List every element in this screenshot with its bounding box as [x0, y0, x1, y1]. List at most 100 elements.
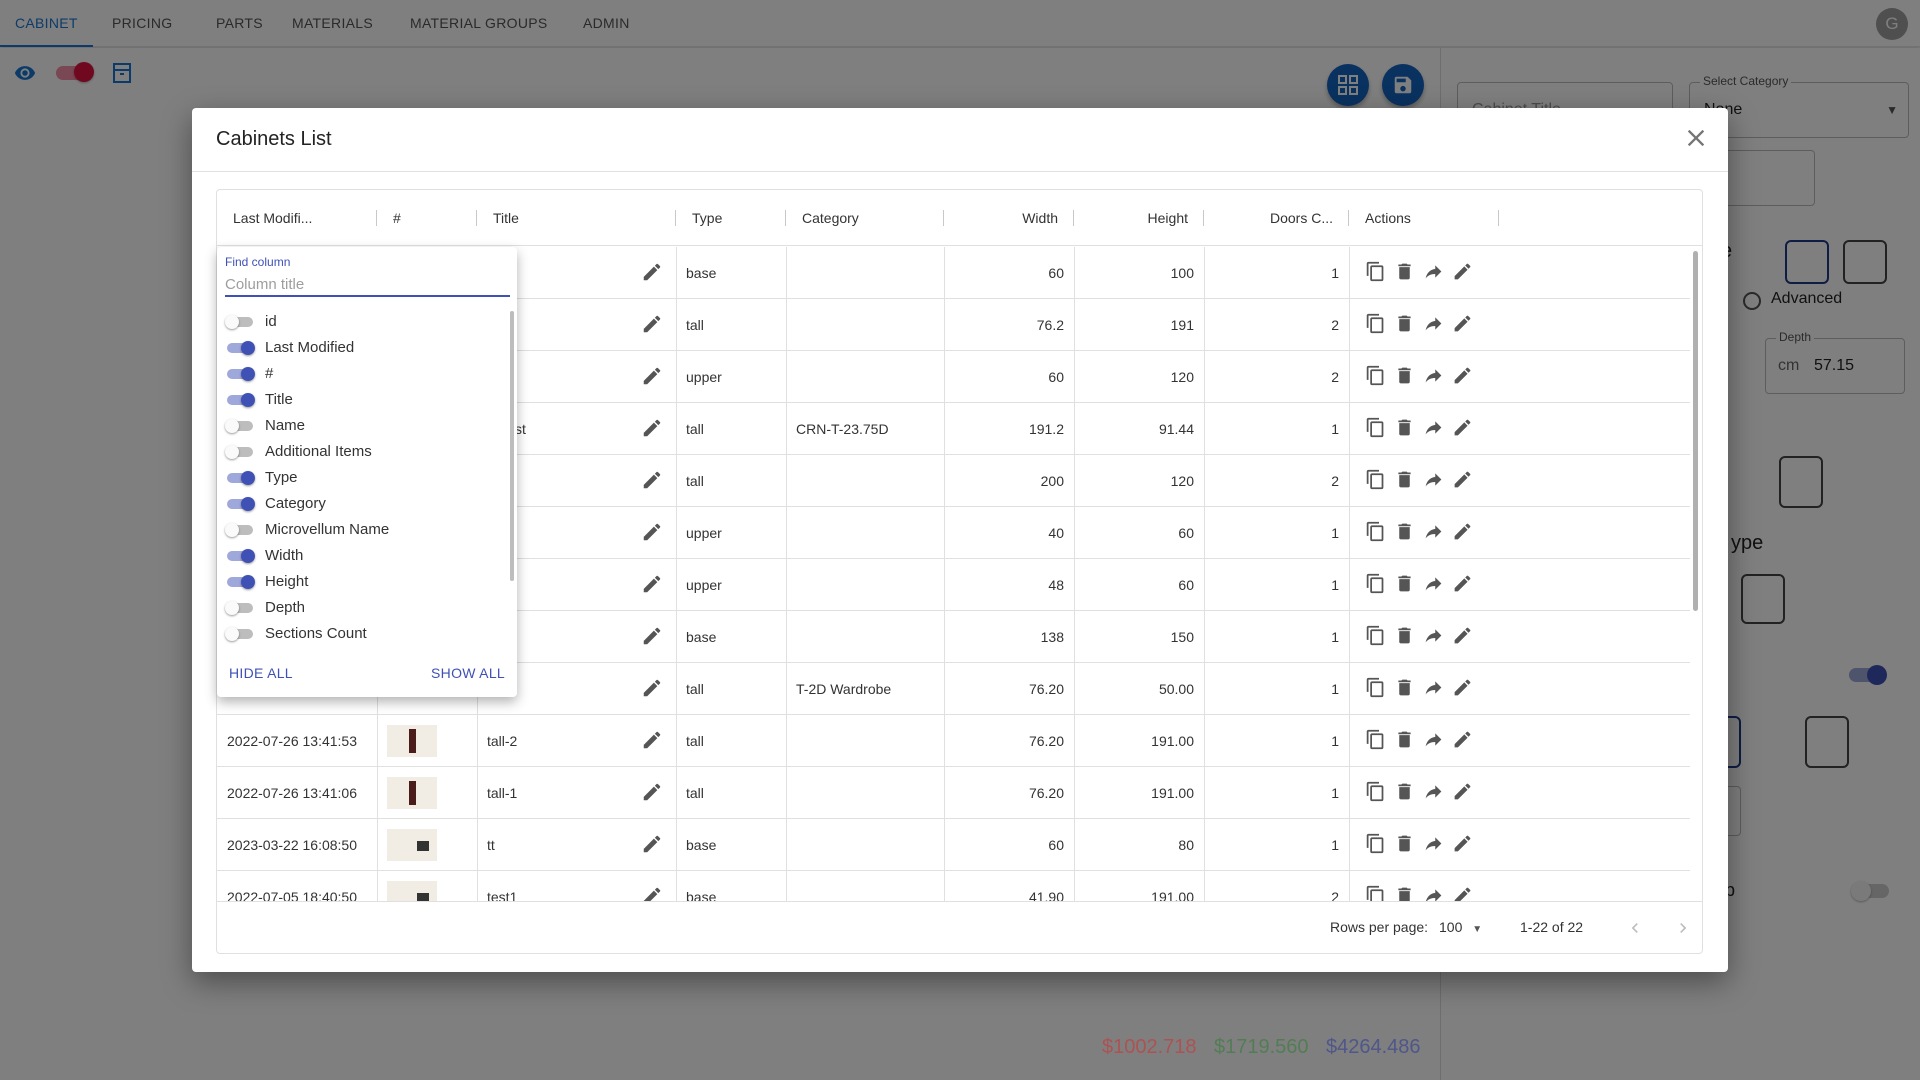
column-toggle-item[interactable]: Name: [217, 413, 507, 439]
edit-icon[interactable]: [1452, 365, 1473, 386]
edit-icon[interactable]: [641, 469, 663, 491]
column-header[interactable]: Doors C...: [1204, 190, 1349, 246]
column-toggle-item[interactable]: Depth: [217, 595, 507, 621]
previous-page-icon[interactable]: [1625, 918, 1645, 938]
edit-icon[interactable]: [641, 729, 663, 751]
edit-icon[interactable]: [641, 365, 663, 387]
column-visibility-switch[interactable]: [225, 419, 255, 433]
column-header[interactable]: #: [377, 190, 477, 246]
column-visibility-switch[interactable]: [225, 523, 255, 537]
column-header[interactable]: Title: [477, 190, 676, 246]
column-toggle-item[interactable]: Width: [217, 543, 507, 569]
column-toggle-item[interactable]: Height: [217, 569, 507, 595]
share-icon[interactable]: [1423, 833, 1444, 854]
edit-icon[interactable]: [641, 677, 663, 699]
edit-icon[interactable]: [641, 521, 663, 543]
delete-icon[interactable]: [1394, 781, 1415, 802]
copy-icon[interactable]: [1365, 521, 1386, 542]
share-icon[interactable]: [1423, 625, 1444, 646]
edit-icon[interactable]: [641, 417, 663, 439]
delete-icon[interactable]: [1394, 833, 1415, 854]
column-separator[interactable]: [1498, 210, 1499, 226]
edit-icon[interactable]: [1452, 469, 1473, 490]
copy-icon[interactable]: [1365, 417, 1386, 438]
delete-icon[interactable]: [1394, 885, 1415, 901]
copy-icon[interactable]: [1365, 833, 1386, 854]
copy-icon[interactable]: [1365, 469, 1386, 490]
column-toggle-item[interactable]: Type: [217, 465, 507, 491]
edit-icon[interactable]: [1452, 573, 1473, 594]
edit-icon[interactable]: [641, 313, 663, 335]
column-visibility-switch[interactable]: [225, 627, 255, 641]
column-header[interactable]: Last Modifi...: [217, 190, 377, 246]
column-visibility-switch[interactable]: [225, 601, 255, 615]
edit-icon[interactable]: [1452, 833, 1473, 854]
table-row[interactable]: 2022-07-26 13:41:06 tall-1 tall 76.20 191.00…: [217, 767, 1690, 819]
delete-icon[interactable]: [1394, 417, 1415, 438]
copy-icon[interactable]: [1365, 365, 1386, 386]
edit-icon[interactable]: [1452, 521, 1473, 542]
column-header[interactable]: Category: [786, 190, 944, 246]
share-icon[interactable]: [1423, 521, 1444, 542]
column-header[interactable]: Height: [1074, 190, 1204, 246]
share-icon[interactable]: [1423, 261, 1444, 282]
rows-per-page-select[interactable]: 100 ▼: [1439, 919, 1482, 935]
column-visibility-switch[interactable]: [225, 315, 255, 329]
edit-icon[interactable]: [1452, 261, 1473, 282]
delete-icon[interactable]: [1394, 573, 1415, 594]
table-row[interactable]: 2022-07-05 18:40:50 test1 base 41.90 191.00 2: [217, 871, 1690, 901]
column-header[interactable]: Type: [676, 190, 786, 246]
column-toggle-item[interactable]: Sections Count: [217, 621, 507, 647]
share-icon[interactable]: [1423, 469, 1444, 490]
column-toggle-item[interactable]: Last Modified: [217, 335, 507, 361]
copy-icon[interactable]: [1365, 573, 1386, 594]
column-visibility-switch[interactable]: [227, 341, 255, 355]
delete-icon[interactable]: [1394, 469, 1415, 490]
copy-icon[interactable]: [1365, 677, 1386, 698]
share-icon[interactable]: [1423, 885, 1444, 901]
column-toggle-item[interactable]: #: [217, 361, 507, 387]
column-visibility-switch[interactable]: [227, 549, 255, 563]
column-header[interactable]: Actions: [1349, 190, 1499, 246]
grid-scrollbar[interactable]: [1690, 247, 1700, 901]
edit-icon[interactable]: [1452, 781, 1473, 802]
edit-icon[interactable]: [1452, 625, 1473, 646]
share-icon[interactable]: [1423, 365, 1444, 386]
share-icon[interactable]: [1423, 677, 1444, 698]
column-toggle-item[interactable]: Category: [217, 491, 507, 517]
delete-icon[interactable]: [1394, 261, 1415, 282]
column-header[interactable]: Width: [944, 190, 1074, 246]
edit-icon[interactable]: [641, 781, 663, 803]
column-list-scrollbar[interactable]: [510, 311, 514, 581]
share-icon[interactable]: [1423, 313, 1444, 334]
column-visibility-switch[interactable]: [227, 497, 255, 511]
copy-icon[interactable]: [1365, 625, 1386, 646]
delete-icon[interactable]: [1394, 677, 1415, 698]
edit-icon[interactable]: [641, 833, 663, 855]
column-visibility-switch[interactable]: [227, 367, 255, 381]
delete-icon[interactable]: [1394, 365, 1415, 386]
table-row[interactable]: 2023-03-22 16:08:50 tt base 60 80 1: [217, 819, 1690, 871]
show-all-button[interactable]: SHOW ALL: [431, 665, 505, 681]
find-column-input[interactable]: [225, 273, 510, 297]
delete-icon[interactable]: [1394, 625, 1415, 646]
edit-icon[interactable]: [641, 885, 663, 901]
edit-icon[interactable]: [1452, 885, 1473, 901]
edit-icon[interactable]: [1452, 729, 1473, 750]
edit-icon[interactable]: [641, 573, 663, 595]
share-icon[interactable]: [1423, 781, 1444, 802]
column-toggle-item[interactable]: Title: [217, 387, 507, 413]
column-visibility-switch[interactable]: [225, 445, 255, 459]
copy-icon[interactable]: [1365, 781, 1386, 802]
share-icon[interactable]: [1423, 729, 1444, 750]
next-page-icon[interactable]: [1673, 918, 1693, 938]
column-toggle-item[interactable]: Additional Items: [217, 439, 507, 465]
copy-icon[interactable]: [1365, 729, 1386, 750]
copy-icon[interactable]: [1365, 885, 1386, 901]
table-row[interactable]: 2022-07-26 13:41:53 tall-2 tall 76.20 191.00…: [217, 715, 1690, 767]
delete-icon[interactable]: [1394, 521, 1415, 542]
edit-icon[interactable]: [1452, 313, 1473, 334]
share-icon[interactable]: [1423, 417, 1444, 438]
share-icon[interactable]: [1423, 573, 1444, 594]
column-visibility-switch[interactable]: [227, 393, 255, 407]
